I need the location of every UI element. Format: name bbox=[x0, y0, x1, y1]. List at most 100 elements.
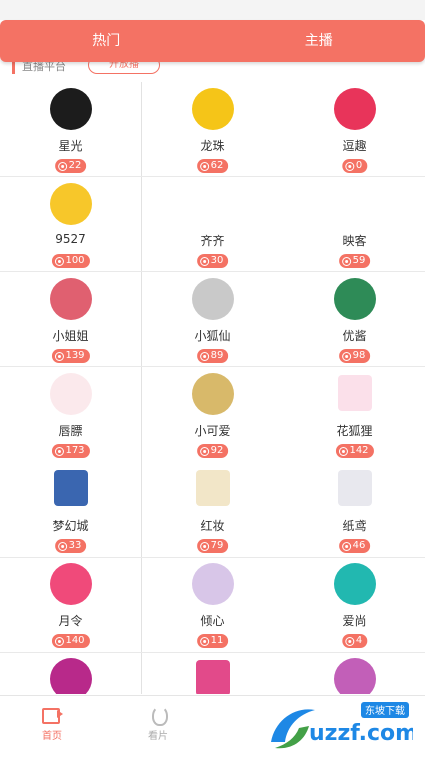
viewer-count-badge: 79 bbox=[196, 539, 229, 553]
platform-name: 纸鸢 bbox=[342, 519, 367, 533]
platform-item[interactable]: 映客 59 bbox=[284, 177, 425, 272]
platform-name: 优酱 bbox=[342, 329, 367, 343]
platform-item[interactable]: 红妆 79 bbox=[142, 462, 283, 557]
platform-name: 小姐姐 bbox=[52, 329, 89, 343]
platform-name: 龙珠 bbox=[200, 139, 225, 153]
viewer-count: 33 bbox=[68, 540, 82, 551]
platform-name: 逗趣 bbox=[342, 139, 367, 153]
platform-item[interactable]: 月令 140 bbox=[0, 557, 141, 652]
platform-item[interactable]: 小可爱 92 bbox=[142, 367, 283, 462]
white-figure-logo bbox=[337, 470, 372, 506]
platform-name: 齐齐 bbox=[200, 234, 225, 248]
teal-lens-logo bbox=[333, 563, 376, 605]
green-dragon-logo bbox=[191, 88, 234, 130]
viewer-count-badge: 139 bbox=[51, 349, 90, 363]
video-camera-icon bbox=[41, 704, 63, 724]
platform-item[interactable]: 唇膘 173 bbox=[0, 367, 141, 462]
pink-bow-logo bbox=[49, 373, 92, 415]
viewer-count: 62 bbox=[210, 160, 224, 171]
platform-item[interactable]: 逗趣 0 bbox=[284, 82, 425, 177]
nav-videos-label: 看片 bbox=[148, 731, 168, 742]
uzzf-watermark-logo: uzzf.com 东坡下载 bbox=[271, 702, 413, 749]
viewer-count-badge: 11 bbox=[196, 634, 229, 648]
platform-name: 星光 bbox=[58, 139, 83, 153]
platform-item[interactable]: 龙珠 62 bbox=[142, 82, 283, 177]
watermark-badge: 东坡下载 bbox=[365, 704, 405, 717]
location-pin-icon bbox=[54, 351, 64, 361]
viewer-count-badge: 92 bbox=[196, 444, 229, 458]
viewer-count: 0 bbox=[355, 160, 363, 171]
blue-castle-logo bbox=[53, 470, 88, 506]
platform-item[interactable]: 小姐姐 139 bbox=[0, 272, 141, 367]
location-pin-icon bbox=[344, 161, 354, 171]
viewer-count: 59 bbox=[352, 255, 366, 266]
location-pin-icon bbox=[341, 541, 351, 551]
platform-name: 爱尚 bbox=[342, 614, 367, 628]
location-pin-icon bbox=[199, 161, 209, 171]
location-pin-icon bbox=[344, 636, 354, 646]
portrait-girl-logo bbox=[191, 278, 234, 320]
nav-home-label: 首页 bbox=[42, 731, 62, 742]
platform-item[interactable]: 齐齐 30 bbox=[142, 177, 283, 272]
viewer-count: 139 bbox=[65, 350, 85, 361]
viewer-count: 92 bbox=[210, 445, 224, 456]
platform-item[interactable] bbox=[142, 652, 283, 694]
viewer-count-badge: 22 bbox=[54, 159, 87, 173]
location-pin-icon bbox=[199, 446, 209, 456]
platform-item[interactable]: 纸鸢 46 bbox=[284, 462, 425, 557]
red-rose-logo bbox=[195, 470, 230, 506]
location-pin-icon bbox=[341, 256, 351, 266]
viewer-count: 100 bbox=[65, 255, 85, 266]
platform-name: 9527 bbox=[55, 232, 86, 246]
tab-anchors[interactable]: 主播 bbox=[213, 20, 425, 62]
location-pin-icon bbox=[338, 446, 348, 456]
platform-name: 红妆 bbox=[200, 519, 225, 533]
viewer-count-badge: 30 bbox=[196, 254, 229, 268]
top-tab-bar: 热门 主播 bbox=[0, 20, 425, 62]
anime-girl-logo bbox=[49, 278, 92, 320]
nav-videos[interactable]: 看片 bbox=[128, 704, 188, 742]
platform-item[interactable]: 9527 100 bbox=[0, 177, 141, 272]
platform-name: 花狐狸 bbox=[336, 424, 373, 438]
viewer-count-badge: 62 bbox=[196, 159, 229, 173]
platform-name: 小狐仙 bbox=[194, 329, 231, 343]
yellow-face-logo bbox=[49, 183, 92, 225]
platform-item[interactable]: 梦幻城 33 bbox=[0, 462, 141, 557]
platform-name: 倾心 bbox=[200, 614, 225, 628]
viewer-count: 4 bbox=[355, 635, 363, 646]
location-pin-icon bbox=[341, 351, 351, 361]
viewer-count: 11 bbox=[210, 635, 224, 646]
platform-item[interactable]: 星光 22 bbox=[0, 82, 141, 177]
viewer-count: 22 bbox=[68, 160, 82, 171]
pink-camera-logo bbox=[49, 563, 92, 605]
platform-item[interactable] bbox=[284, 652, 425, 694]
location-pin-icon bbox=[57, 161, 67, 171]
viewer-count-badge: 46 bbox=[338, 539, 371, 553]
nav-home[interactable]: 首页 bbox=[22, 704, 82, 742]
platform-name: 小可爱 bbox=[194, 424, 231, 438]
gold-swirl-logo bbox=[49, 88, 92, 130]
location-pin-icon bbox=[54, 446, 64, 456]
platform-item[interactable]: 优酱 98 bbox=[284, 272, 425, 367]
platform-item[interactable]: 爱尚 4 bbox=[284, 557, 425, 652]
location-pin-icon bbox=[54, 256, 64, 266]
platform-name: 映客 bbox=[342, 234, 367, 248]
pink-fox-logo bbox=[337, 375, 372, 411]
platform-name: 唇膘 bbox=[58, 424, 83, 438]
platform-item[interactable]: 花狐狸 142 bbox=[284, 367, 425, 462]
viewer-count: 98 bbox=[352, 350, 366, 361]
viewer-count-badge: 4 bbox=[341, 634, 368, 648]
tab-hot[interactable]: 热门 bbox=[0, 20, 213, 62]
platform-grid: 星光 22 龙珠 62 逗趣 0 9527 100 齐齐 30 映客 59 小姐姐 139 小狐仙 89 优酱 9… bbox=[0, 82, 425, 694]
platform-item[interactable] bbox=[0, 652, 141, 694]
viewer-count: 30 bbox=[210, 255, 224, 266]
platform-item[interactable]: 倾心 11 bbox=[142, 557, 283, 652]
location-pin-icon bbox=[199, 256, 209, 266]
viewer-count: 142 bbox=[349, 445, 369, 456]
platform-item[interactable]: 小狐仙 89 bbox=[142, 272, 283, 367]
location-pin-icon bbox=[57, 541, 67, 551]
white-rabbit-logo bbox=[333, 88, 376, 130]
green-ring-girl-logo bbox=[333, 278, 376, 320]
status-bar bbox=[0, 0, 425, 20]
purple-woman-logo bbox=[333, 658, 376, 694]
